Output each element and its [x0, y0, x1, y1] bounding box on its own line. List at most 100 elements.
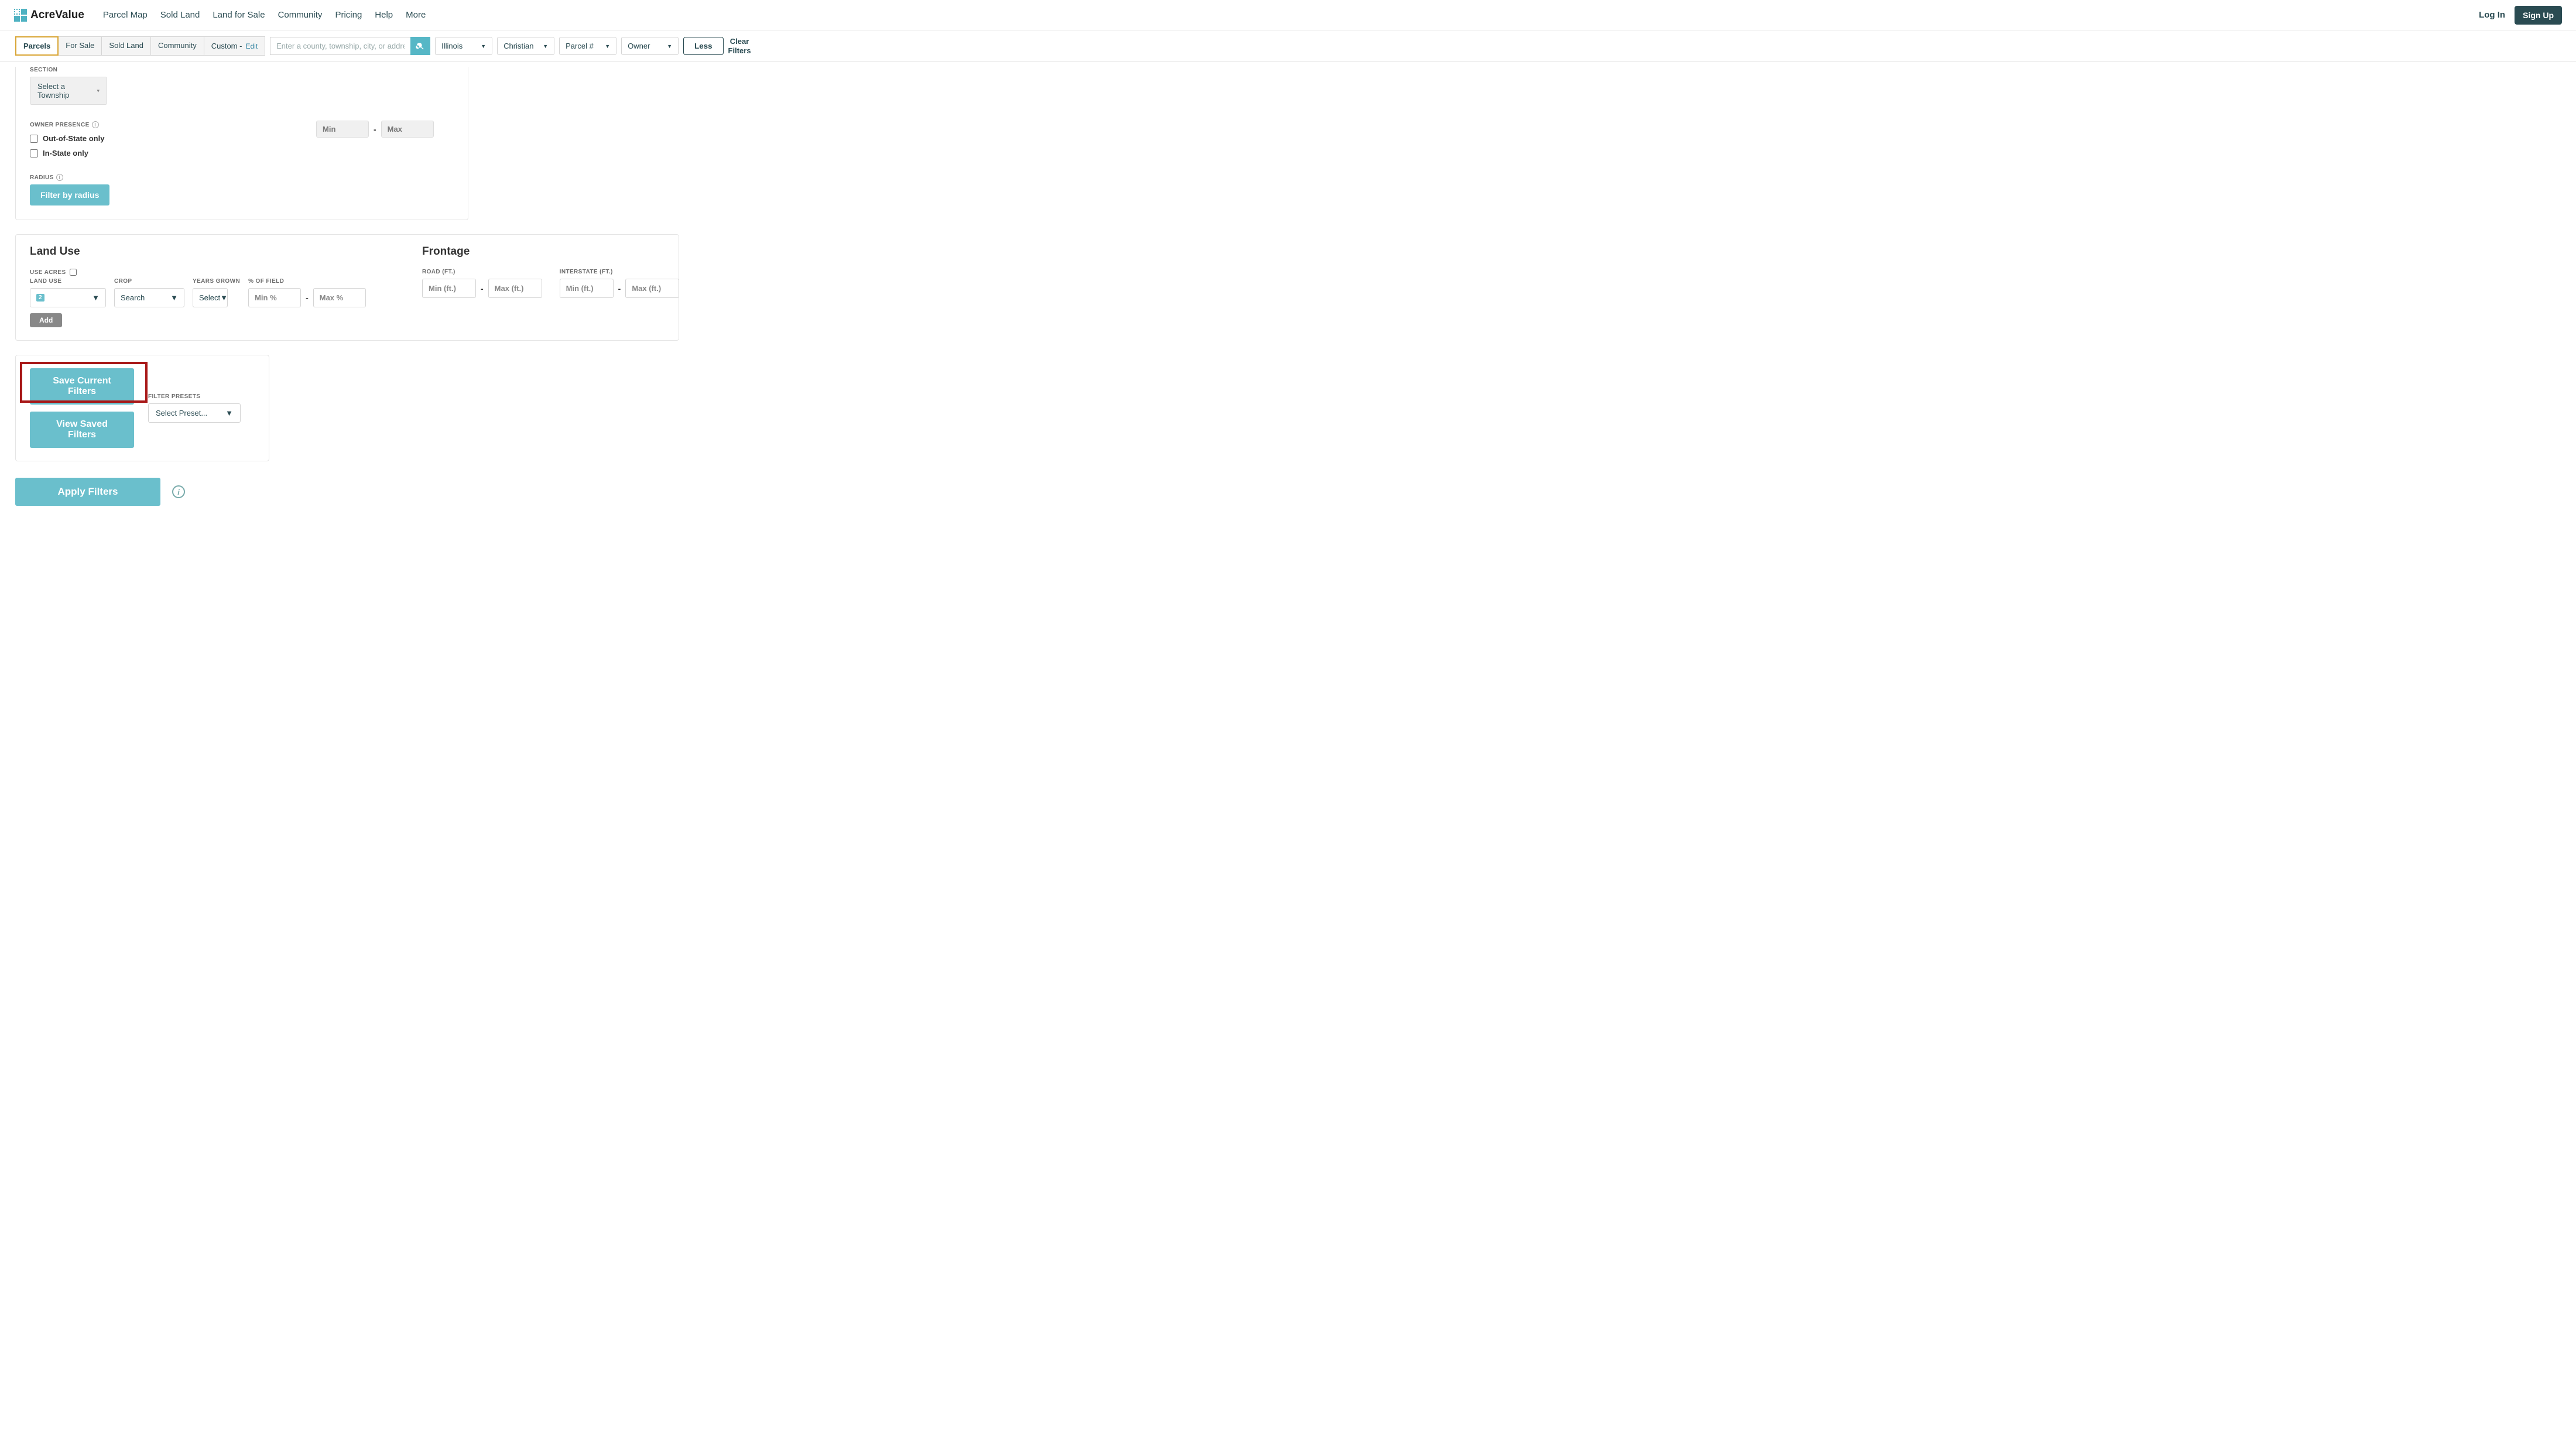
nav-land-for-sale[interactable]: Land for Sale [213, 10, 265, 20]
interstate-col: INTERSTATE (FT.) - [560, 269, 680, 298]
less-button[interactable]: Less [683, 37, 723, 55]
search-wrap [270, 37, 430, 55]
min-input[interactable] [316, 121, 369, 138]
preset-select[interactable]: Select Preset... ▼ [148, 403, 241, 423]
dash-separator: - [306, 293, 309, 303]
nav-parcel-map[interactable]: Parcel Map [103, 10, 148, 20]
nav-help[interactable]: Help [375, 10, 393, 20]
crop-select[interactable]: Search ▼ [114, 288, 184, 307]
max-input[interactable] [381, 121, 434, 138]
years-col: YEARS GROWN Select ▼ [193, 278, 240, 307]
logo-text: AcreValue [30, 9, 84, 22]
road-max-input[interactable] [488, 279, 542, 298]
dash-separator: - [374, 125, 376, 134]
crop-select-label: Search [121, 293, 145, 302]
tab-custom-label: Custom - [211, 42, 242, 50]
caret-down-icon: ▼ [667, 43, 672, 49]
land-use-section: Land Use USE ACRES LAND USE 2 ▼ CROP Sea… [30, 245, 399, 327]
in-state-label: In-State only [43, 149, 88, 157]
info-icon[interactable]: i [92, 121, 99, 128]
land-use-panel: Land Use USE ACRES LAND USE 2 ▼ CROP Sea… [15, 234, 679, 341]
out-of-state-label: Out-of-State only [43, 134, 104, 143]
frontage-section: Frontage ROAD (FT.) - INTERSTATE (FT.) - [422, 245, 679, 327]
tab-community[interactable]: Community [151, 36, 204, 56]
search-button[interactable] [410, 37, 430, 55]
tab-parcels[interactable]: Parcels [15, 36, 59, 56]
radius-text: RADIUS [30, 174, 54, 181]
county-dropdown[interactable]: Christian▼ [497, 37, 554, 55]
nav-pricing[interactable]: Pricing [335, 10, 362, 20]
land-use-badge: 2 [36, 294, 44, 302]
info-icon[interactable]: i [56, 174, 63, 181]
signup-button[interactable]: Sign Up [2515, 6, 2562, 25]
add-button[interactable]: Add [30, 313, 62, 327]
max-pct-input[interactable] [313, 288, 366, 307]
nav-more[interactable]: More [406, 10, 426, 20]
nav-sold-land[interactable]: Sold Land [160, 10, 200, 20]
search-icon [416, 42, 425, 51]
preset-label: FILTER PRESETS [148, 393, 241, 400]
radius-block: RADIUS i Filter by radius [30, 174, 454, 205]
top-filter-panel: SECTION Select a Township ▾ OWNER PRESEN… [15, 67, 468, 220]
land-use-grid: LAND USE 2 ▼ CROP Search ▼ YEARS GROWN [30, 278, 399, 307]
crop-col: CROP Search ▼ [114, 278, 184, 307]
login-link[interactable]: Log In [2479, 10, 2505, 20]
save-current-filters-button[interactable]: Save Current Filters [30, 368, 134, 405]
township-select-label: Select a Township [37, 82, 97, 100]
clear-filters-link[interactable]: Clear Filters [728, 37, 751, 55]
use-acres-checkbox[interactable] [70, 269, 77, 276]
dash-separator: - [618, 284, 621, 293]
land-use-label: LAND USE [30, 278, 106, 285]
preset-col: FILTER PRESETS Select Preset... ▼ [148, 393, 241, 423]
parcel-dropdown-label: Parcel # [566, 42, 594, 50]
caret-down-icon: ▼ [92, 293, 100, 302]
parcel-dropdown[interactable]: Parcel # ▼ [559, 37, 616, 55]
clear-line1: Clear [728, 37, 751, 46]
out-of-state-checkbox[interactable] [30, 135, 38, 143]
logo[interactable]: AcreValue [14, 9, 84, 22]
pct-col: % OF FIELD - [248, 278, 366, 307]
dash-separator: - [481, 284, 484, 293]
save-filters-panel: Save Current Filters View Saved Filters … [15, 355, 269, 461]
state-dropdown[interactable]: Illinois▼ [435, 37, 492, 55]
use-acres-row: USE ACRES [30, 269, 399, 276]
min-pct-input[interactable] [248, 288, 301, 307]
township-select[interactable]: Select a Township ▾ [30, 77, 107, 105]
road-min-input[interactable] [422, 279, 476, 298]
filter-bar: Parcels For Sale Sold Land Community Cus… [0, 30, 2576, 62]
in-state-checkbox[interactable] [30, 149, 38, 157]
crop-label: CROP [114, 278, 184, 285]
years-select[interactable]: Select ▼ [193, 288, 228, 307]
view-saved-filters-button[interactable]: View Saved Filters [30, 412, 134, 448]
interstate-min-input[interactable] [560, 279, 614, 298]
preset-select-label: Select Preset... [156, 409, 207, 417]
clear-line2: Filters [728, 46, 751, 56]
section-block: SECTION Select a Township ▾ [30, 67, 454, 105]
tab-custom[interactable]: Custom - Edit [204, 36, 265, 56]
apply-filters-button[interactable]: Apply Filters [15, 478, 160, 506]
interstate-max-input[interactable] [625, 279, 679, 298]
search-input[interactable] [270, 37, 410, 55]
land-use-title: Land Use [30, 245, 399, 258]
caret-down-icon: ▼ [225, 409, 233, 417]
tab-custom-edit[interactable]: Edit [245, 42, 258, 50]
filter-by-radius-button[interactable]: Filter by radius [30, 184, 109, 205]
owner-dropdown[interactable]: Owner▼ [621, 37, 679, 55]
owner-presence-text: OWNER PRESENCE [30, 122, 90, 128]
caret-down-icon: ▼ [170, 293, 178, 302]
radius-label: RADIUS i [30, 174, 454, 181]
state-dropdown-label: Illinois [441, 42, 463, 50]
caret-down-icon: ▾ [97, 88, 100, 94]
tab-sold-land[interactable]: Sold Land [102, 36, 151, 56]
info-icon[interactable]: i [172, 485, 185, 498]
land-use-select[interactable]: 2 ▼ [30, 288, 106, 307]
nav-community[interactable]: Community [278, 10, 323, 20]
county-dropdown-label: Christian [503, 42, 533, 50]
caret-down-icon: ▼ [605, 43, 610, 49]
tab-group: Parcels For Sale Sold Land Community Cus… [15, 36, 265, 56]
tab-for-sale[interactable]: For Sale [59, 36, 102, 56]
frontage-grid: ROAD (FT.) - INTERSTATE (FT.) - [422, 269, 679, 298]
interstate-label: INTERSTATE (FT.) [560, 269, 680, 275]
nav-links: Parcel Map Sold Land Land for Sale Commu… [103, 10, 426, 20]
minmax-row: - [316, 121, 434, 138]
